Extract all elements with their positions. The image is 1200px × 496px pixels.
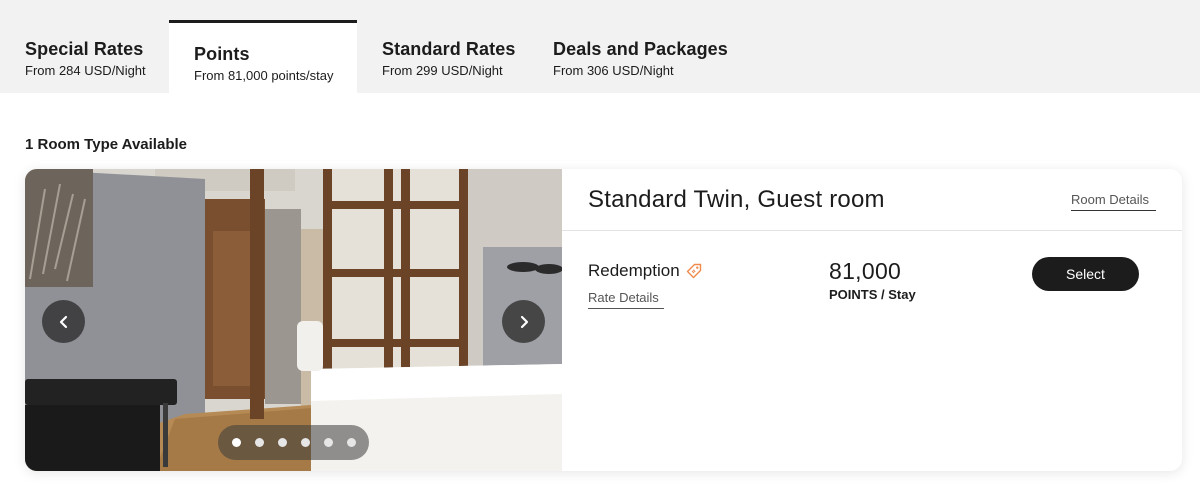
tab-points[interactable]: Points From 81,000 points/stay [169, 20, 357, 93]
tab-deals-and-packages[interactable]: Deals and Packages From 306 USD/Night [553, 0, 728, 93]
tab-title: Standard Rates [382, 39, 516, 59]
tab-title: Points [194, 44, 250, 64]
points-price: 81,000 [829, 258, 902, 284]
carousel-dot[interactable] [231, 438, 241, 447]
room-details-link[interactable]: Room Details [1071, 192, 1156, 211]
room-card: Standard Twin, Guest room Room Details R… [25, 169, 1182, 471]
room-availability-count: 1 Room Type Available [25, 136, 187, 153]
tab-subtitle: From 284 USD/Night [25, 63, 146, 78]
tag-icon [686, 263, 701, 279]
carousel-next-button[interactable] [502, 300, 545, 343]
tab-subtitle: From 81,000 points/stay [194, 68, 334, 83]
tab-title: Deals and Packages [553, 39, 728, 59]
divider [562, 230, 1182, 231]
tab-special-rates[interactable]: Special Rates From 284 USD/Night [25, 0, 155, 93]
carousel-prev-button[interactable] [42, 300, 85, 343]
carousel-dot[interactable] [254, 438, 264, 447]
tab-subtitle: From 306 USD/Night [553, 63, 674, 78]
chevron-left-icon [59, 315, 67, 328]
tab-subtitle: From 299 USD/Night [382, 63, 503, 78]
carousel-dot[interactable] [300, 438, 310, 447]
rate-name-label: Redemption [588, 261, 680, 280]
rate-details-link[interactable]: Rate Details [588, 290, 664, 309]
room-info: Standard Twin, Guest room Room Details R… [562, 169, 1182, 471]
chevron-right-icon [520, 315, 528, 328]
rate-tabs: Special Rates From 284 USD/Night Points … [0, 0, 1200, 93]
select-button[interactable]: Select [1032, 257, 1139, 291]
tab-title: Special Rates [25, 39, 144, 59]
rate-name: Redemption [588, 261, 702, 281]
carousel-dot[interactable] [323, 438, 333, 447]
room-photo-carousel [25, 169, 562, 471]
room-title: Standard Twin, Guest room [588, 186, 885, 213]
carousel-dot[interactable] [346, 438, 356, 447]
carousel-dot[interactable] [277, 438, 287, 447]
tab-standard-rates[interactable]: Standard Rates From 299 USD/Night [382, 0, 522, 93]
price-unit: POINTS / Stay [829, 287, 916, 302]
carousel-indicators [218, 425, 369, 460]
